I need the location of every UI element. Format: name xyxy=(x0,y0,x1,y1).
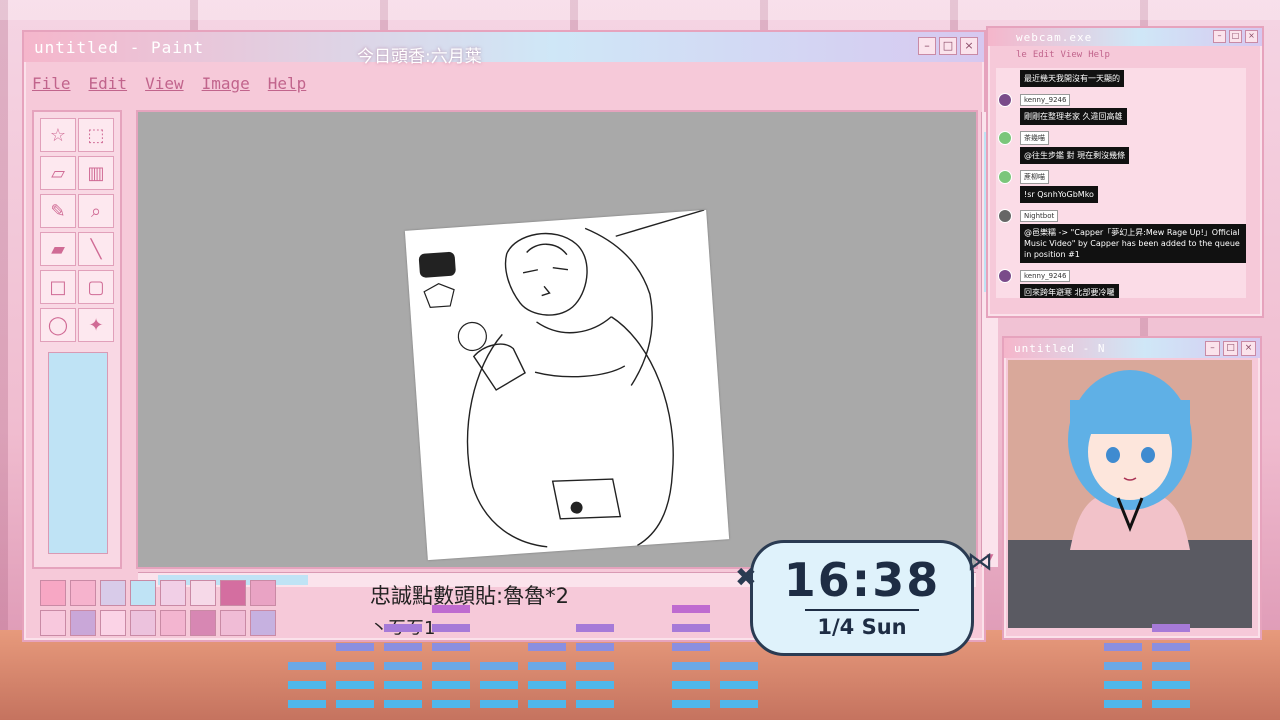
color-palette xyxy=(40,580,276,636)
chat-message: 蔗柳喵 !sr QsnhYoGbMko xyxy=(996,164,1246,203)
vtuber-avatar-feed xyxy=(1008,360,1252,628)
close-button[interactable]: × xyxy=(960,37,978,55)
chat-minimize-button[interactable]: – xyxy=(1213,30,1226,43)
chat-close-button[interactable]: × xyxy=(1245,30,1258,43)
paint-menubar: File Edit View Image Help xyxy=(32,74,306,93)
sketch-artwork xyxy=(404,209,730,561)
chat-log[interactable]: 最近幾天我開沒有一天顯的 kenny_9246 剛剛在整理老家 久違回高雄 茶幾… xyxy=(996,68,1246,298)
rectangle-icon[interactable]: □ xyxy=(40,270,76,304)
ellipse-icon[interactable]: ◯ xyxy=(40,308,76,342)
color-swatch[interactable] xyxy=(70,580,96,606)
color-swatch[interactable] xyxy=(40,580,66,606)
menu-file[interactable]: File xyxy=(32,74,71,93)
tool-options-panel xyxy=(48,352,108,554)
color-swatch[interactable] xyxy=(100,610,126,636)
rounded-rect-icon[interactable]: ▢ xyxy=(78,270,114,304)
menu-edit[interactable]: Edit xyxy=(89,74,128,93)
chat-menu-help[interactable]: Help xyxy=(1088,50,1110,60)
clock-widget: 16:38 1/4 Sun ✖ ⋈ xyxy=(735,540,993,656)
color-swatch[interactable] xyxy=(130,610,156,636)
chat-username: 蔗柳喵 xyxy=(1020,170,1049,184)
eraser-icon[interactable]: ▱ xyxy=(40,156,76,190)
chat-menu-file[interactable]: le xyxy=(1016,50,1027,60)
clock-date: 1/4 Sun xyxy=(817,615,907,639)
pencil-icon[interactable]: ✎ xyxy=(40,194,76,228)
chat-username: kenny_9246 xyxy=(1020,94,1071,106)
webcam-minimize-button[interactable]: – xyxy=(1205,341,1220,356)
loyalty-points-text: 忠誠點數頭貼:魯魯*2 xyxy=(370,584,569,608)
color-swatch[interactable] xyxy=(70,610,96,636)
chat-menubar: le Edit View Help xyxy=(1016,50,1110,60)
webcam-window-controls: – □ × xyxy=(1205,341,1256,356)
clock-time: 16:38 xyxy=(783,553,941,607)
clock-divider xyxy=(805,609,919,611)
chat-message-text: 回來跨年避寒 北部要冷囉 xyxy=(1020,284,1119,298)
magnifier-icon[interactable]: ⌕ xyxy=(78,194,114,228)
chat-message: kenny_9246 回來跨年避寒 北部要冷囉 xyxy=(996,263,1246,298)
user-avatar xyxy=(998,170,1012,184)
color-swatch[interactable] xyxy=(220,580,246,606)
toolbox: ☆ ⬚ ▱ ▥ ✎ ⌕ ▰ ╲ □ ▢ ◯ ✦ xyxy=(32,110,122,569)
ribbon-right-icon: ⋈ xyxy=(967,547,993,577)
vtuber-avatar-image xyxy=(1008,360,1252,628)
chat-message-text: @往生步鑑 對 現在剩沒幾條 xyxy=(1020,147,1130,164)
star-select-icon[interactable]: ☆ xyxy=(40,118,76,152)
paint-titlebar[interactable]: untitled - Paint xyxy=(24,32,984,62)
sketch-lines xyxy=(418,209,705,548)
webcam-close-button[interactable]: × xyxy=(1241,341,1256,356)
chat-message: Nightbot @邑樂糯 -> "Capper「夢幻上昇:Mew Rage U… xyxy=(996,203,1246,263)
chat-message: 茶幾喵 @往生步鑑 對 現在剩沒幾條 xyxy=(996,125,1246,164)
canvas-area[interactable]: ▲ ▼ xyxy=(136,110,998,587)
user-avatar xyxy=(998,131,1012,145)
menu-view[interactable]: View xyxy=(145,74,184,93)
chat-menu-edit[interactable]: Edit xyxy=(1033,50,1055,60)
user-avatar xyxy=(998,93,1012,107)
line-icon[interactable]: ╲ xyxy=(78,232,114,266)
chat-message-text: @邑樂糯 -> "Capper「夢幻上昇:Mew Rage Up!」Offici… xyxy=(1020,224,1246,263)
eraser2-icon[interactable]: ▰ xyxy=(40,232,76,266)
color-swatch[interactable] xyxy=(160,610,186,636)
airbrush-icon[interactable]: ✦ xyxy=(78,308,114,342)
menu-image[interactable]: Image xyxy=(202,74,250,93)
chat-title: webcam.exe xyxy=(1016,30,1093,44)
user-avatar xyxy=(998,269,1012,283)
color-swatch[interactable] xyxy=(130,580,156,606)
chat-message-text: 最近幾天我開沒有一天顯的 xyxy=(1020,70,1124,87)
select-icon[interactable]: ⬚ xyxy=(78,118,114,152)
chat-username: Nightbot xyxy=(1020,210,1059,222)
webcam-title: untitled - N xyxy=(1014,341,1106,355)
webcam-maximize-button[interactable]: □ xyxy=(1223,341,1238,356)
first-viewer-banner: 今日頭香:六月葉 xyxy=(357,47,482,67)
paint-title: untitled - Paint xyxy=(34,37,205,57)
color-swatch[interactable] xyxy=(190,580,216,606)
ribbon-left-icon: ✖ xyxy=(735,563,757,593)
loyalty-points-subtext: 丶ㄎㄎ1 xyxy=(370,618,436,639)
menu-help[interactable]: Help xyxy=(268,74,307,93)
chat-maximize-button[interactable]: □ xyxy=(1229,30,1242,43)
color-swatch[interactable] xyxy=(250,580,276,606)
chat-message: 最近幾天我開沒有一天顯的 xyxy=(996,70,1246,87)
chat-message: kenny_9246 剛剛在整理老家 久違回高雄 xyxy=(996,87,1246,125)
minimize-button[interactable]: – xyxy=(918,37,936,55)
chat-menu-view[interactable]: View xyxy=(1061,50,1083,60)
chat-window-controls: – □ × xyxy=(1213,30,1258,43)
chat-username: 茶幾喵 xyxy=(1020,131,1049,145)
color-swatch[interactable] xyxy=(40,610,66,636)
background-floor xyxy=(0,630,1280,720)
chat-message-text: !sr QsnhYoGbMko xyxy=(1020,186,1098,203)
chat-username: kenny_9246 xyxy=(1020,270,1071,282)
chat-message-text: 剛剛在整理老家 久違回高雄 xyxy=(1020,108,1127,125)
maximize-button[interactable]: □ xyxy=(939,37,957,55)
color-swatch[interactable] xyxy=(160,580,186,606)
user-avatar xyxy=(998,209,1012,223)
paint-window-controls: – □ × xyxy=(918,37,978,55)
color-swatch[interactable] xyxy=(190,610,216,636)
color-swatch[interactable] xyxy=(100,580,126,606)
fill-icon[interactable]: ▥ xyxy=(78,156,114,190)
color-swatch[interactable] xyxy=(250,610,276,636)
color-swatch[interactable] xyxy=(220,610,246,636)
chat-window: webcam.exe – □ × le Edit View Help 最近幾天我… xyxy=(986,26,1264,318)
